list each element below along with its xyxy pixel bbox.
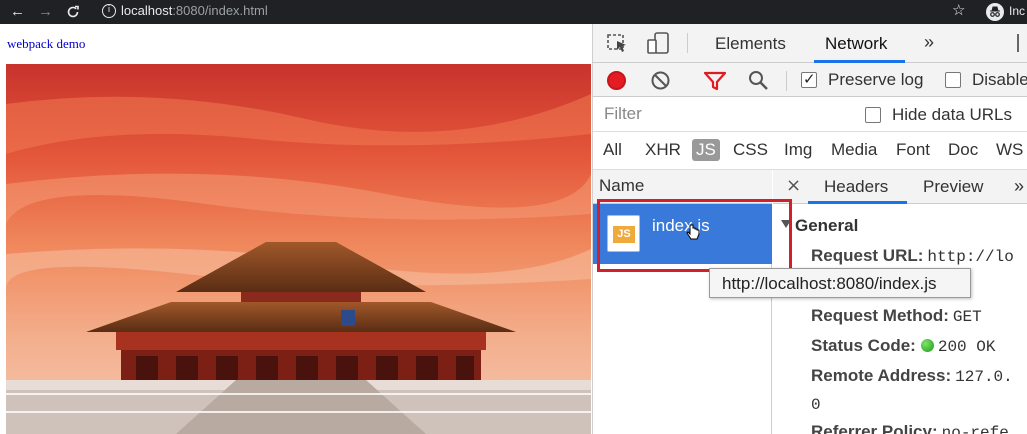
remote-address-wrap: 0 bbox=[811, 396, 821, 414]
request-details: × Headers Preview » General Request URL:… bbox=[773, 170, 1027, 434]
disable-cache-label: Disable bbox=[972, 70, 1027, 89]
status-code-row: Status Code: 200 OK bbox=[811, 336, 996, 356]
reload-icon[interactable] bbox=[66, 2, 80, 25]
remote-address-row: Remote Address: 127.0. bbox=[811, 366, 1013, 386]
hide-data-urls-label: Hide data URLs bbox=[892, 105, 1013, 124]
back-icon[interactable]: ← bbox=[10, 2, 25, 22]
preserve-log-label: Preserve log bbox=[828, 70, 924, 89]
filter-bar: Hide data URLs bbox=[593, 97, 1027, 132]
referrer-policy-row: Referrer Policy: no-refe bbox=[811, 422, 1009, 434]
url-text[interactable]: localhost:8080/index.html bbox=[121, 3, 268, 19]
filter-input[interactable] bbox=[596, 100, 846, 128]
hide-data-urls-checkbox[interactable] bbox=[865, 107, 881, 123]
page-title: webpack demo bbox=[7, 36, 86, 51]
tab-network[interactable]: Network bbox=[825, 34, 887, 54]
close-icon[interactable]: × bbox=[786, 175, 801, 196]
web-page: webpack demo bbox=[0, 24, 592, 434]
browser-toolbar: ← → i localhost:8080/index.html ☆ Inc bbox=[0, 0, 1027, 24]
type-filter-font[interactable]: Font bbox=[892, 139, 934, 161]
active-tab-indicator bbox=[808, 201, 907, 204]
more-tabs-button[interactable]: » bbox=[924, 32, 934, 53]
inspect-element-icon[interactable] bbox=[606, 32, 630, 54]
type-filter-img[interactable]: Img bbox=[780, 139, 816, 161]
devtools-tab-bar: Elements Network » bbox=[593, 24, 1027, 63]
device-toolbar-icon[interactable] bbox=[646, 32, 670, 54]
type-filter-ws[interactable]: WS bbox=[992, 139, 1027, 161]
type-filter-xhr[interactable]: XHR bbox=[641, 139, 685, 161]
request-method-row: Request Method: GET bbox=[811, 306, 982, 326]
tab-headers[interactable]: Headers bbox=[824, 177, 888, 197]
request-list: Name JS index.js bbox=[593, 170, 792, 434]
hand-cursor-icon bbox=[686, 224, 700, 247]
tab-preview[interactable]: Preview bbox=[923, 177, 983, 197]
tab-elements[interactable]: Elements bbox=[715, 34, 786, 54]
type-filter-js[interactable]: JS bbox=[692, 139, 720, 161]
search-icon[interactable] bbox=[747, 69, 769, 91]
star-icon[interactable]: ☆ bbox=[952, 1, 965, 19]
palace-photo bbox=[6, 64, 591, 434]
type-filter-media[interactable]: Media bbox=[827, 139, 881, 161]
toolbar-separator bbox=[687, 33, 688, 53]
profile-label[interactable]: Inc bbox=[1009, 4, 1025, 18]
general-section-toggle[interactable]: General bbox=[781, 216, 858, 236]
type-filter-all[interactable]: All bbox=[599, 139, 626, 161]
type-filter-css[interactable]: CSS bbox=[729, 139, 772, 161]
network-toolbar: Preserve log Disable bbox=[593, 63, 1027, 97]
clear-icon[interactable] bbox=[651, 71, 670, 90]
resource-type-filters: All XHR JS CSS Img Media Font Doc WS bbox=[593, 132, 1027, 170]
filter-icon[interactable] bbox=[703, 71, 727, 91]
toolbar-separator bbox=[786, 71, 787, 91]
details-tab-bar: × Headers Preview » bbox=[773, 170, 1027, 204]
disable-cache-checkbox[interactable] bbox=[945, 72, 961, 88]
more-options-icon[interactable] bbox=[1017, 34, 1019, 52]
record-button[interactable] bbox=[607, 71, 626, 90]
preserve-log-checkbox[interactable] bbox=[801, 70, 817, 88]
status-ok-icon bbox=[920, 339, 934, 352]
url-tooltip: http://localhost:8080/index.js bbox=[709, 268, 971, 298]
more-tabs-button[interactable]: » bbox=[1014, 176, 1024, 197]
forward-icon[interactable]: → bbox=[38, 2, 53, 22]
request-url-row: Request URL: http://lo bbox=[811, 246, 1014, 266]
type-filter-doc[interactable]: Doc bbox=[944, 139, 982, 161]
incognito-icon[interactable] bbox=[986, 3, 1004, 21]
devtools-panel: Elements Network » Preserve log Disable … bbox=[592, 24, 1027, 434]
info-icon[interactable]: i bbox=[102, 4, 116, 18]
